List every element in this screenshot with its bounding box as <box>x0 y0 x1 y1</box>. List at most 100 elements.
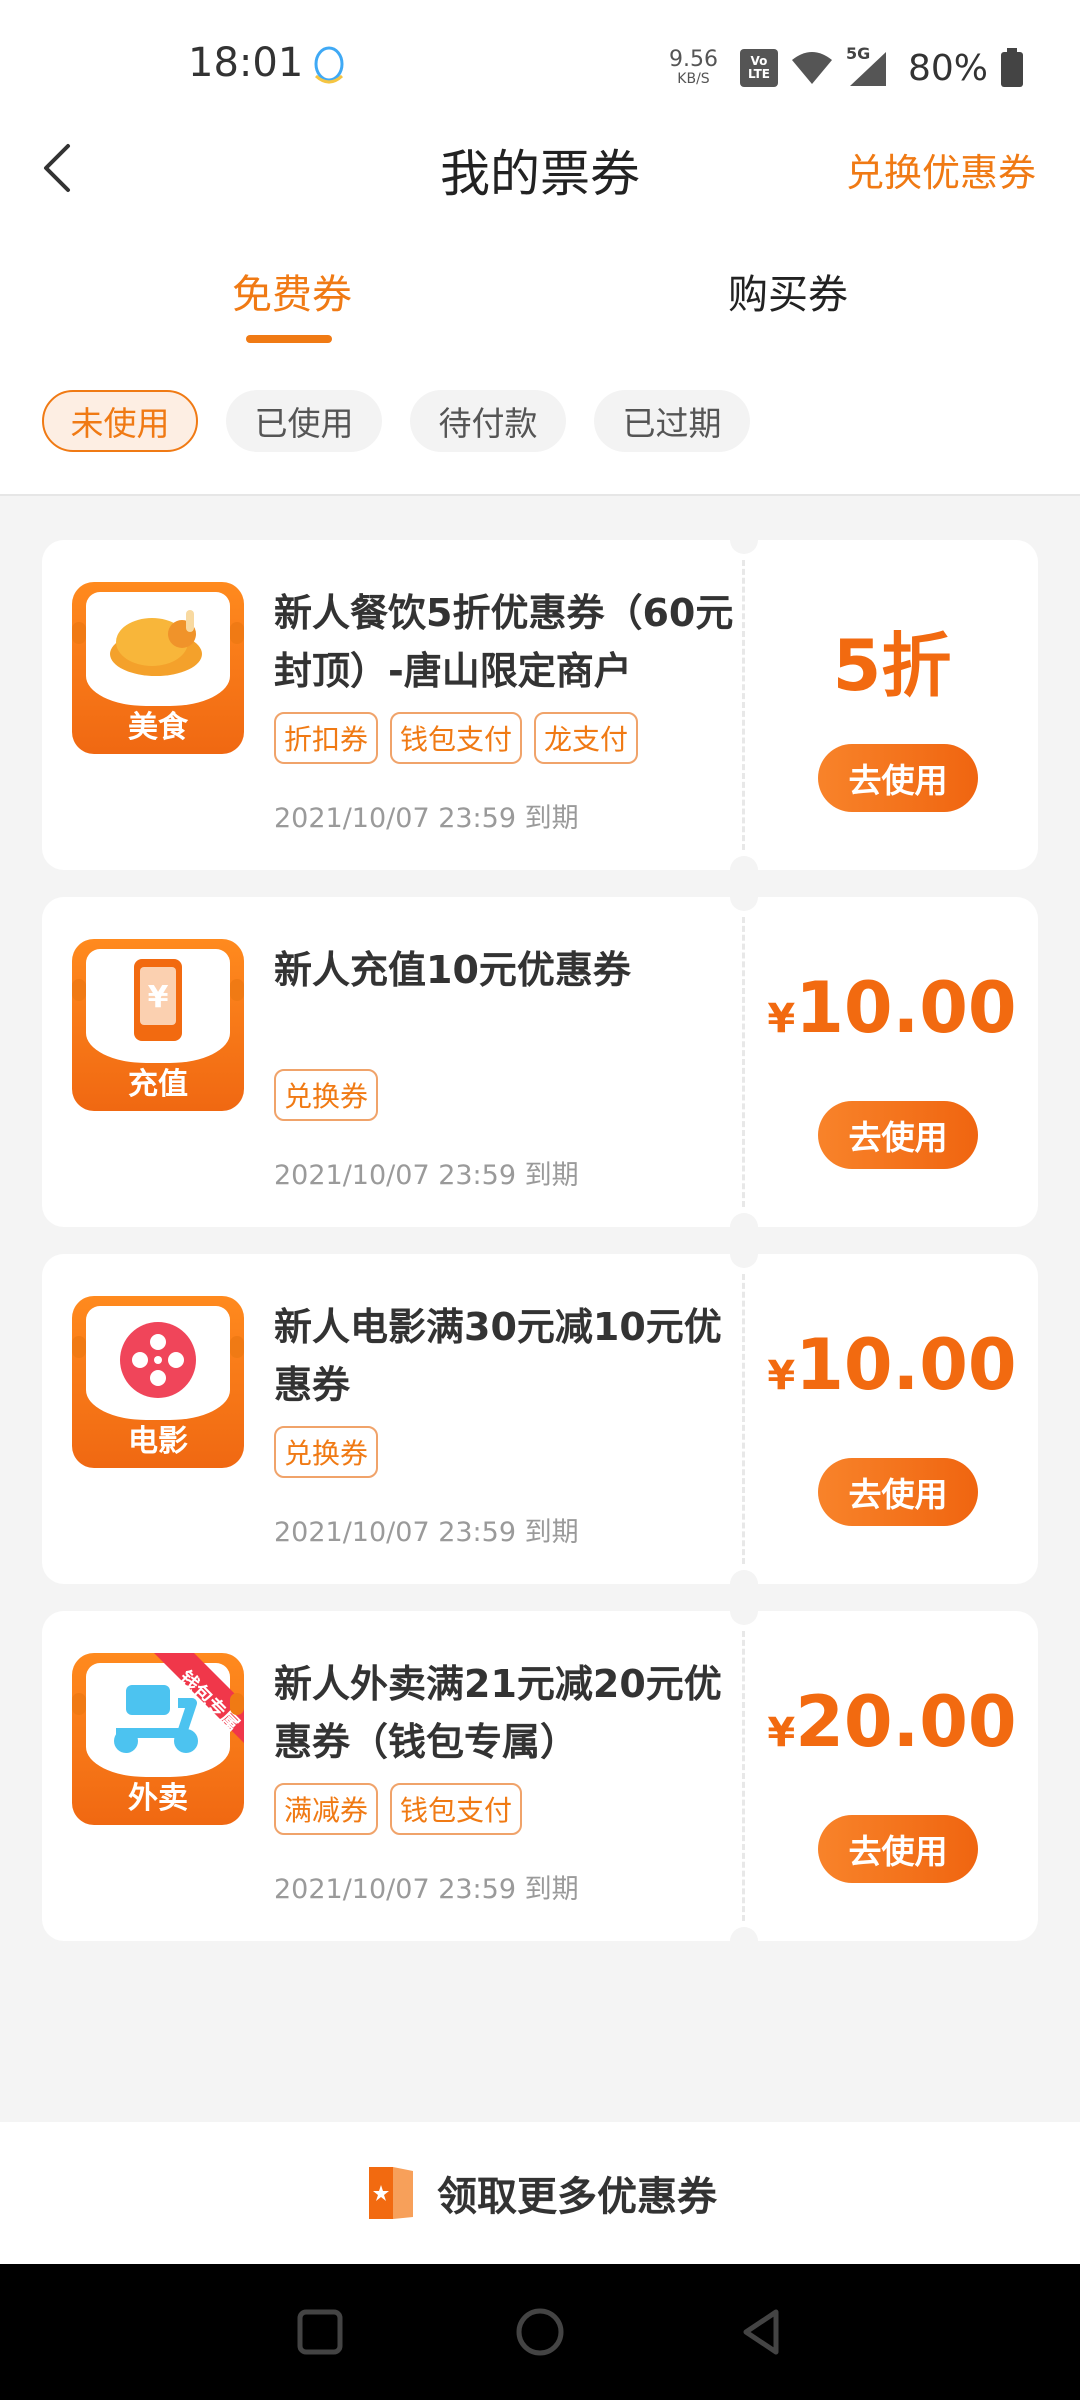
coupon-tags: 满减券 钱包支付 <box>274 1783 523 1835</box>
coupon-tags: 兑换券 <box>274 1069 379 1121</box>
recent-apps-icon[interactable] <box>292 2304 348 2360</box>
status-icons: 9.56 KB/S Vo LTE 5G 80% <box>669 40 1024 96</box>
coupon-expiry: 2021/10/07 23:59 到期 <box>274 1160 579 1191</box>
filter-pending-payment[interactable]: 待付款 <box>410 390 566 452</box>
category-label: 美食 <box>128 710 188 745</box>
use-coupon-button[interactable]: 去使用 <box>818 1101 978 1169</box>
badge-dot <box>72 979 86 1001</box>
coupon-title: 新人电影满30元减10元优惠券 <box>274 1305 722 1407</box>
currency-symbol: ¥ <box>767 1710 796 1756</box>
tab-indicator <box>246 335 332 343</box>
coupon-tags: 兑换券 <box>274 1426 379 1478</box>
coupon-tag: 兑换券 <box>274 1426 379 1478</box>
coupon-tag: 龙支付 <box>534 712 639 764</box>
tab-bar <box>0 250 1080 360</box>
category-badge: ¥ 充值 <box>72 939 244 1111</box>
svg-text:¥: ¥ <box>148 980 169 1015</box>
coupon-tag: 折扣券 <box>274 712 379 764</box>
system-nav-bar <box>0 2264 1080 2400</box>
card-notch <box>730 1254 758 1268</box>
use-coupon-button[interactable]: 去使用 <box>818 744 978 812</box>
use-coupon-button[interactable]: 去使用 <box>818 1458 978 1526</box>
coupon-card[interactable]: ¥ 充值 新人充值10元优惠券 兑换券 2021/10/07 23:59 到期 … <box>42 897 1038 1227</box>
card-notch <box>730 1927 758 1941</box>
coupon-amount: ¥20.00 <box>746 1681 1038 1763</box>
filter-expired[interactable]: 已过期 <box>594 390 750 452</box>
redeem-coupon-link[interactable]: 兑换优惠券 <box>846 142 1036 197</box>
roast-chicken-icon <box>110 610 202 676</box>
signal-icon: 5G <box>846 44 890 88</box>
card-notch <box>730 1611 758 1625</box>
category-badge: 美食 <box>72 582 244 754</box>
category-label: 外卖 <box>128 1781 188 1816</box>
badge-dot <box>230 1693 244 1715</box>
volte-icon: Vo LTE <box>739 49 778 87</box>
network-type: 5G <box>845 44 871 63</box>
get-more-label: 领取更多优惠券 <box>437 2174 717 2220</box>
coupon-expiry: 2021/10/07 23:59 到期 <box>274 1874 579 1905</box>
badge-dot <box>72 1336 86 1358</box>
coupon-tags: 折扣券 钱包支付 龙支付 <box>274 712 639 764</box>
card-notch <box>730 856 758 870</box>
volte-bottom: LTE <box>747 67 770 81</box>
card-notch <box>730 540 758 554</box>
phone-yuan-icon: ¥ <box>134 959 182 1041</box>
category-badge-inner <box>86 1306 230 1420</box>
card-divider <box>742 560 745 850</box>
card-divider <box>742 1631 745 1921</box>
back-nav-icon[interactable] <box>734 2304 790 2360</box>
card-notch <box>730 1213 758 1227</box>
coupon-card[interactable]: 电影 新人电影满30元减10元优惠券 兑换券 2021/10/07 23:59 … <box>42 1254 1038 1584</box>
category-badge-inner <box>86 592 230 706</box>
category-badge: 钱包专属 外卖 <box>72 1653 244 1825</box>
badge-dot <box>230 622 244 644</box>
coupon-card[interactable]: 美食 新人餐饮5折优惠券（60元封顶）-唐山限定商户 折扣券 钱包支付 龙支付 … <box>42 540 1038 870</box>
qq-notification-icon <box>314 46 344 84</box>
coupon-amount: 5折 <box>746 610 1038 711</box>
coupon-title: 新人充值10元优惠券 <box>274 948 631 992</box>
coupon-amount-value: 5折 <box>832 625 952 707</box>
status-bar: 18:01 9.56 KB/S Vo LTE 5G 80% <box>0 0 1080 130</box>
coupon-title: 新人餐饮5折优惠券（60元封顶）-唐山限定商户 <box>274 591 734 693</box>
badge-dot <box>72 1693 86 1715</box>
net-speed-value: 9.56 <box>669 47 718 72</box>
coupon-amount-value: 10.00 <box>795 967 1017 1049</box>
film-reel-icon <box>120 1322 196 1398</box>
category-label: 充值 <box>128 1067 188 1102</box>
ticket-icon <box>369 2167 413 2219</box>
get-more-coupons-button[interactable]: 领取更多优惠券 <box>0 2122 1080 2264</box>
category-badge: 电影 <box>72 1296 244 1468</box>
currency-symbol: ¥ <box>767 996 796 1042</box>
status-time: 18:01 <box>188 40 304 86</box>
coupon-expiry: 2021/10/07 23:59 到期 <box>274 1517 579 1548</box>
tab-purchased-coupons[interactable]: 购买券 <box>728 262 848 320</box>
badge-dot <box>72 622 86 644</box>
tab-free-coupons[interactable]: 免费券 <box>232 262 352 320</box>
coupon-tag: 钱包支付 <box>390 1783 523 1835</box>
coupon-tag: 兑换券 <box>274 1069 379 1121</box>
badge-dot <box>230 1336 244 1358</box>
coupon-tag: 满减券 <box>274 1783 379 1835</box>
coupon-card[interactable]: 钱包专属 外卖 新人外卖满21元减20元优惠券（钱包专属） 满减券 钱包支付 2… <box>42 1611 1038 1941</box>
card-divider <box>742 917 745 1207</box>
category-badge-inner: ¥ <box>86 949 230 1063</box>
net-speed-unit: KB/S <box>677 71 710 87</box>
card-divider <box>742 1274 745 1564</box>
badge-dot <box>230 979 244 1001</box>
battery-icon <box>1001 48 1023 87</box>
filter-unused[interactable]: 未使用 <box>42 390 198 452</box>
coupon-amount-value: 20.00 <box>795 1681 1017 1763</box>
home-icon[interactable] <box>512 2304 568 2360</box>
currency-symbol: ¥ <box>767 1353 796 1399</box>
coupon-expiry: 2021/10/07 23:59 到期 <box>274 803 579 834</box>
coupon-tag: 钱包支付 <box>390 712 523 764</box>
card-notch <box>730 1570 758 1584</box>
category-label: 电影 <box>128 1424 188 1459</box>
coupon-amount: ¥10.00 <box>746 1324 1038 1406</box>
coupon-amount-value: 10.00 <box>795 1324 1017 1406</box>
battery-percent: 80% <box>907 47 988 89</box>
use-coupon-button[interactable]: 去使用 <box>818 1815 978 1883</box>
filter-used[interactable]: 已使用 <box>226 390 382 452</box>
net-speed: 9.56 KB/S <box>669 47 718 88</box>
card-notch <box>730 897 758 911</box>
